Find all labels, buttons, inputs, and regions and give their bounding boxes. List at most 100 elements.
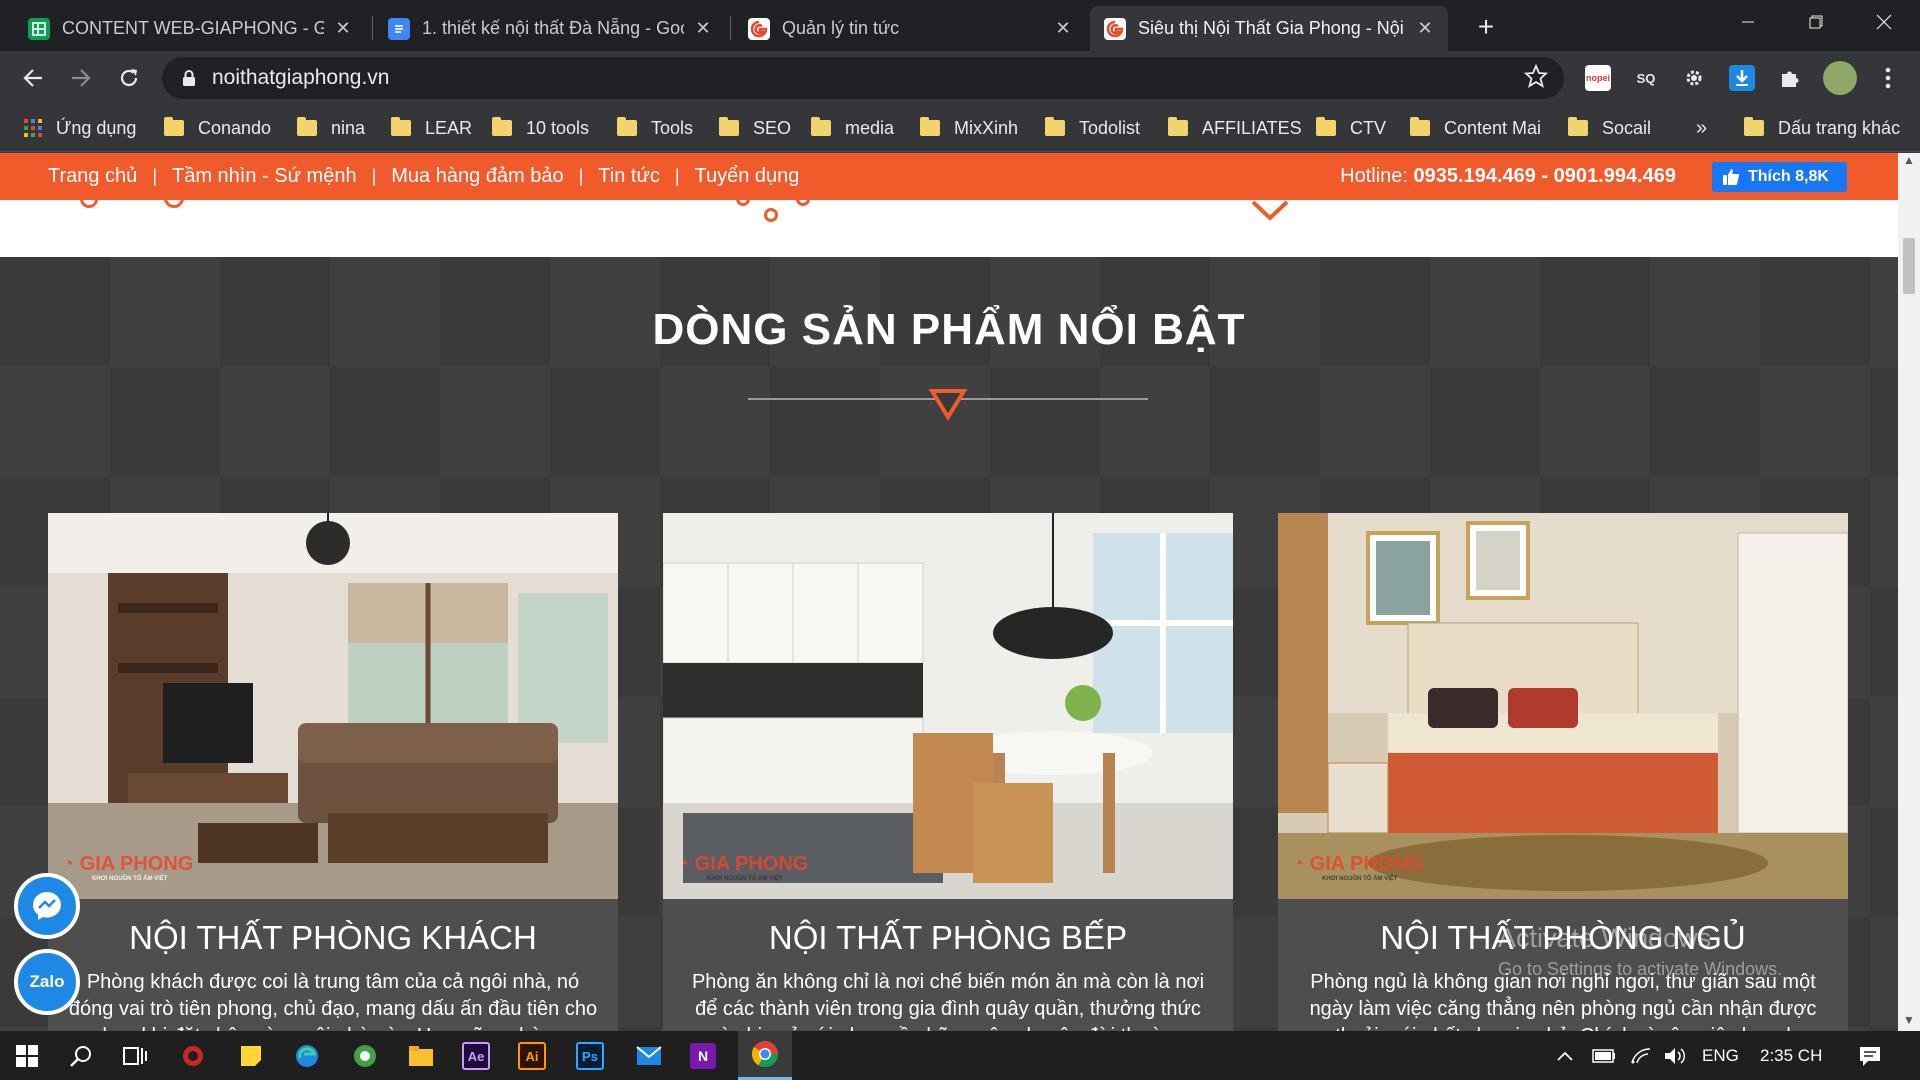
bookmark-apps[interactable]: Ứng dụng [24,115,136,141]
close-icon[interactable]: ✕ [1054,18,1072,39]
bookmark-folder[interactable]: 10 tools [492,115,589,141]
restore-button[interactable] [1782,0,1850,44]
bookmark-label: CTV [1350,117,1386,138]
download-extension-icon[interactable] [1729,65,1755,91]
scroll-down-icon[interactable]: ▼ [1898,1013,1920,1031]
logo-tagline: KHƠI NGUỒN TỔ ẤM VIỆT [1322,876,1398,882]
forward-button[interactable] [62,59,100,97]
product-card-living-room[interactable]: ◔ GIA PHONG KHƠI NGUỒN TỔ ẤM VIỆT NỘI THẤ… [48,513,618,1031]
previous-section-edge [0,188,1898,257]
activate-windows-title: Activate Windows [1498,923,1712,953]
show-hidden-icons-icon[interactable] [1556,1031,1574,1080]
app-red-icon[interactable] [176,1039,210,1073]
bookmark-folder[interactable]: Tools [617,115,693,141]
tab-title: Quản lý tin tức [782,18,900,38]
profile-avatar[interactable] [1823,61,1857,95]
bookmark-folder[interactable]: Todolist [1045,115,1140,141]
menu-item-guarantee[interactable]: Mua hàng đảm bảo [391,165,563,188]
bookmark-folder[interactable]: Conando [164,115,271,141]
seoquake-extension-icon[interactable]: SQ [1633,65,1659,91]
windows-start-icon[interactable] [10,1039,44,1073]
tab-quan-ly-tin-tuc[interactable]: Quản lý tin tức ✕ [734,6,1086,51]
logo-tagline: KHƠI NGUỒN TỔ ẤM VIỆT [92,876,168,882]
sticky-notes-icon[interactable] [234,1039,268,1073]
scrollbar-thumb[interactable] [1903,238,1915,294]
browser-green-icon[interactable] [348,1039,382,1073]
giaphong-logo-icon: ◔ GIA PHONG KHƠI NGUỒN TỔ ẤM VIỆT [1292,853,1424,882]
notifications-icon[interactable] [1858,1031,1882,1080]
tab-thiet-ke-noi-that[interactable]: 1. thiết kế nội thất Đà Nẵng - Goo ✕ [374,6,726,51]
living-room-photo[interactable] [48,513,618,899]
other-bookmarks-folder[interactable]: Dấu trang khác [1744,115,1900,141]
new-tab-button[interactable]: + [1468,10,1504,46]
bookmarks-overflow-button[interactable]: » [1696,115,1707,141]
decorative-circle [80,190,98,208]
product-title[interactable]: NỘI THẤT PHÒNG BẾP [663,919,1233,957]
minimize-button[interactable] [1714,0,1782,44]
scroll-up-icon[interactable]: ▲ [1898,153,1920,171]
photoshop-icon[interactable]: Ps [576,1042,604,1070]
menu-item-home[interactable]: Trang chủ [48,165,137,188]
task-view-icon[interactable] [118,1039,152,1073]
zalo-button[interactable]: Zalo [14,949,80,1015]
logo-text: GIA PHONG [79,853,194,875]
messenger-button[interactable] [14,873,80,939]
menu-item-vision[interactable]: Tầm nhìn - Sứ mệnh [172,165,357,188]
close-window-button[interactable] [1850,0,1918,44]
folder-icon [1045,117,1065,136]
bookmark-folder[interactable]: media [811,115,894,141]
bookmark-star-icon[interactable] [1524,64,1548,88]
nopei-extension-icon[interactable]: nopei [1585,65,1611,91]
menu-item-news[interactable]: Tin tức [598,165,660,188]
bedroom-photo[interactable] [1278,513,1848,899]
product-card-kitchen[interactable]: ◔ GIA PHONG KHƠI NGUỒN TỔ ẤM VIỆT NỘI THẤ… [663,513,1233,1031]
bookmark-folder[interactable]: AFFILIATES [1168,115,1302,141]
close-icon[interactable]: ✕ [1416,18,1434,39]
bookmark-folder[interactable]: nina [297,115,365,141]
facebook-like-button[interactable]: Thích 8,8K [1712,162,1847,192]
lock-icon [183,70,195,86]
mail-icon[interactable] [632,1039,666,1073]
bookmark-folder[interactable]: LEAR [391,115,472,141]
file-explorer-icon[interactable] [404,1039,438,1073]
giaphong-favicon-icon [1104,17,1126,40]
tab-sieu-thi-noi-that[interactable]: Siêu thị Nội Thất Gia Phong - Nội ✕ [1090,6,1448,51]
tab-title: CONTENT WEB-GIAPHONG - Goo [62,18,324,38]
activate-windows-subtitle: Go to Settings to activate Windows. [1498,959,1783,979]
bookmark-folder[interactable]: Socail [1568,115,1651,141]
tab-content-web-giaphong[interactable]: CONTENT WEB-GIAPHONG - Goo ✕ [14,6,366,51]
illustrator-icon[interactable]: Ai [518,1042,546,1070]
browser-menu-button[interactable] [1875,65,1901,91]
tab-title: 1. thiết kế nội thất Đà Nẵng - Goo [422,18,684,38]
menu-item-careers[interactable]: Tuyển dụng [695,165,800,188]
battery-icon[interactable] [1592,1031,1616,1080]
edge-icon[interactable] [290,1039,324,1073]
clock[interactable]: 2:35 CH [1760,1031,1822,1080]
page-scrollbar[interactable]: ▲ ▼ [1898,153,1920,1031]
kitchen-photo[interactable] [663,513,1233,899]
after-effects-icon[interactable]: Ae [462,1042,490,1070]
menu-separator: | [371,166,377,186]
close-icon[interactable]: ✕ [334,18,352,39]
bookmark-folder[interactable]: Content Mai [1410,115,1541,141]
wifi-icon[interactable] [1630,1031,1652,1080]
bookmark-folder[interactable]: CTV [1316,115,1386,141]
giaphong-logo-icon: ◔ GIA PHONG KHƠI NGUỒN TỔ ẤM VIỆT [677,853,809,882]
folder-icon [1568,117,1588,136]
reload-button[interactable] [110,59,148,97]
hotline-numbers[interactable]: 0935.194.469 - 0901.994.469 [1414,165,1676,187]
address-bar[interactable]: noithatgiaphong.vn [162,57,1564,99]
volume-icon[interactable] [1664,1031,1688,1080]
onenote-icon[interactable]: N [690,1043,716,1069]
close-icon[interactable]: ✕ [694,18,712,39]
apps-grid-icon [24,119,42,137]
gear-extension-icon[interactable] [1681,65,1707,91]
search-icon[interactable] [64,1039,98,1073]
chrome-icon[interactable] [738,1031,792,1080]
extensions-puzzle-button[interactable] [1777,65,1803,91]
bookmark-folder[interactable]: MixXinh [920,115,1018,141]
input-language[interactable]: ENG [1702,1031,1739,1080]
back-button[interactable] [14,59,52,97]
bookmark-folder[interactable]: SEO [719,115,791,141]
product-title[interactable]: NỘI THẤT PHÒNG KHÁCH [48,919,618,957]
